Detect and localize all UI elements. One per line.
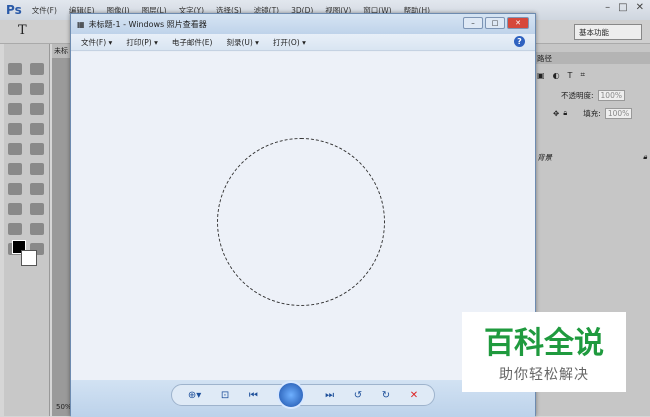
move-tool-icon[interactable] — [30, 63, 44, 75]
text-tool-icon[interactable] — [30, 203, 44, 215]
eyedropper-icon[interactable] — [30, 103, 44, 115]
fill-label: 填充: — [583, 108, 601, 118]
layer-background[interactable]: 背景 — [537, 152, 552, 163]
workspace-select[interactable]: 基本功能 — [574, 24, 642, 40]
lock-icon[interactable]: 🔒︎ — [563, 108, 567, 118]
previous-icon[interactable]: ⏮ — [249, 390, 258, 401]
type-filter-icon[interactable]: T — [568, 71, 573, 80]
viewer-menu-burn[interactable]: 刻录(U) ▾ — [226, 37, 259, 48]
delete-icon[interactable]: ✕ — [410, 390, 418, 401]
fit-window-icon[interactable]: ⊡ — [221, 390, 229, 401]
brush-tool-icon[interactable] — [30, 123, 44, 135]
lasso-tool-icon[interactable] — [8, 83, 22, 95]
photoshop-logo: Ps — [6, 3, 22, 17]
marquee-tool-icon[interactable] — [8, 63, 22, 75]
toolbox — [4, 44, 50, 416]
viewer-title: 未标题-1 - Windows 照片查看器 — [88, 19, 207, 29]
viewer-close-button[interactable]: ✕ — [507, 17, 529, 29]
dodge-tool-icon[interactable] — [30, 183, 44, 195]
slideshow-button[interactable] — [277, 381, 306, 409]
viewer-menu-email[interactable]: 电子邮件(E) — [172, 37, 213, 48]
viewer-titlebar: ▦ 未标题-1 - Windows 照片查看器 – □ ✕ — [71, 14, 535, 34]
viewer-minimize-button[interactable]: – — [463, 17, 483, 29]
viewer-app-icon: ▦ — [77, 19, 85, 29]
viewer-menu-file[interactable]: 文件(F) ▾ — [81, 37, 112, 48]
gradient-icon[interactable] — [30, 163, 44, 175]
type-tool-icon[interactable]: T — [18, 23, 27, 38]
image-filter-icon[interactable]: ▣ — [537, 71, 545, 80]
watermark-title: 百科全说 — [484, 326, 604, 361]
ps-menu-file[interactable]: 文件(F) — [32, 5, 57, 16]
stamp-tool-icon[interactable] — [8, 143, 22, 155]
layer-lock-icon: 🔒︎ — [643, 152, 647, 161]
maximize-icon[interactable]: □ — [618, 2, 627, 13]
watermark: 百科全说 助你轻松解决 — [462, 312, 626, 392]
watermark-subtitle: 助你轻松解决 — [499, 367, 589, 383]
ellipse-tool-icon[interactable] — [30, 223, 44, 235]
rotate-ccw-icon[interactable]: ↺ — [354, 390, 362, 401]
help-icon[interactable]: ? — [514, 36, 525, 47]
fill-field[interactable]: 100% — [604, 107, 633, 119]
healing-brush-icon[interactable] — [8, 123, 22, 135]
magic-wand-icon[interactable] — [30, 83, 44, 95]
background-color[interactable] — [21, 250, 37, 266]
viewer-menu-print[interactable]: 打印(P) ▾ — [126, 37, 158, 48]
opacity-label: 不透明度: — [561, 90, 594, 100]
crop-tool-icon[interactable] — [8, 103, 22, 115]
viewer-menu-open[interactable]: 打开(O) ▾ — [273, 37, 306, 48]
viewer-menubar: 文件(F) ▾ 打印(P) ▾ 电子邮件(E) 刻录(U) ▾ 打开(O) ▾ — [71, 34, 535, 51]
circle-selection — [217, 138, 385, 306]
eraser-icon[interactable] — [8, 163, 22, 175]
next-icon[interactable]: ⏭ — [325, 390, 334, 401]
blur-tool-icon[interactable] — [8, 183, 22, 195]
ps-window-controls: – □ ✕ — [605, 2, 644, 13]
tab-paths[interactable]: 路径 — [537, 53, 552, 64]
shape-filter-icon[interactable]: ⌗ — [580, 70, 585, 80]
rotate-cw-icon[interactable]: ↻ — [382, 390, 390, 401]
zoom-icon[interactable]: ⊕▾ — [188, 390, 201, 401]
path-select-icon[interactable] — [8, 223, 22, 235]
opacity-field[interactable]: 100% — [597, 89, 625, 101]
history-brush-icon[interactable] — [30, 143, 44, 155]
minimize-icon[interactable]: – — [605, 2, 610, 13]
viewer-maximize-button[interactable]: □ — [485, 17, 505, 29]
move-lock-icon[interactable]: ✥ — [553, 109, 559, 118]
close-icon[interactable]: ✕ — [636, 2, 644, 13]
adjust-filter-icon[interactable]: ◐ — [553, 71, 560, 80]
pen-tool-icon[interactable] — [8, 203, 22, 215]
